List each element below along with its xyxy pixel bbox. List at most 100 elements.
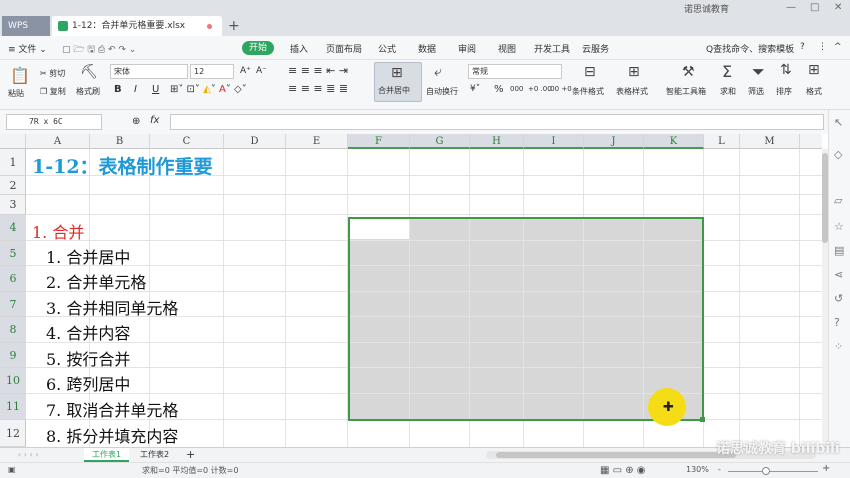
name-box[interactable]: 7R x 6C [6,114,102,130]
smart-toolbox-button[interactable]: 智能工具箱 [666,86,706,97]
conditional-format-button[interactable]: 条件格式 [572,86,604,97]
select-all-corner[interactable] [0,134,26,149]
tab-formulas[interactable]: 公式 [378,42,396,55]
format-icon[interactable]: ⊞ [808,62,820,78]
row-header[interactable]: 11 [0,394,26,420]
tab-view[interactable]: 视图 [498,42,516,55]
column-header[interactable]: A [26,134,90,149]
row-header[interactable]: 6 [0,266,26,292]
currency-icon[interactable]: ¥˅ [470,84,480,94]
sort-icon[interactable]: ⇅ [780,62,792,78]
zoom-level[interactable]: 130% [686,465,709,474]
new-tab-button[interactable]: + [228,16,240,36]
column-header[interactable]: M [740,134,800,149]
column-header[interactable]: J [584,134,644,149]
align-top-icons[interactable]: ≡ ≡ ≡ ⇤ ⇥ [288,64,348,77]
list-item[interactable]: 1. 合并居中 [46,244,130,268]
zoom-icon[interactable]: ⊕ [132,116,140,127]
format-button[interactable]: 格式 [806,86,822,97]
row-header[interactable]: 10 [0,368,26,394]
column-header[interactable]: E [286,134,348,149]
wps-app-tab[interactable]: WPS [2,16,50,36]
tab-home[interactable]: 开始 [242,41,274,55]
user-name[interactable]: 诺思诚教育 [684,2,729,15]
quick-access-icons[interactable]: ▢ 🗁 🖫 ⎙ ↶ ↷ ⌄ [62,42,136,58]
shape-icon[interactable]: ▱ [834,194,842,207]
row-header[interactable]: 9 [0,343,26,368]
list-item[interactable]: 6. 跨列居中 [46,371,130,395]
history-icon[interactable]: ↺ [834,292,843,305]
collapse-ribbon-icon[interactable]: ^ [834,42,842,52]
table-style-icon[interactable]: ⊞ [628,64,640,80]
backup-icon[interactable]: ▤ [834,244,844,257]
tab-data[interactable]: 数据 [418,42,436,55]
tab-insert[interactable]: 插入 [290,42,308,55]
column-header[interactable]: H [470,134,524,149]
list-item[interactable]: 3. 合并相同单元格 [46,295,178,319]
maximize-button[interactable]: □ [810,2,819,13]
close-button[interactable]: ✕ [834,2,842,13]
format-painter-label[interactable]: 格式刷 [76,86,100,97]
help-circle-icon[interactable]: ? [834,316,840,329]
zoom-slider[interactable] [728,471,818,472]
tab-review[interactable]: 审阅 [458,42,476,55]
filter-button[interactable]: 筛选 [748,86,764,97]
font-shrink-button[interactable]: A⁻ [256,66,267,76]
column-header[interactable]: I [524,134,584,149]
fill-handle[interactable] [700,417,705,422]
row-header[interactable]: 8 [0,317,26,343]
star-icon[interactable]: ☆ [834,220,844,233]
filter-icon[interactable]: ⏷ [752,62,765,82]
wrap-text-button[interactable]: 自动换行 [426,86,458,97]
cut-button[interactable]: ✂ 剪切 [40,68,65,79]
tab-developer[interactable]: 开发工具 [534,42,570,55]
formula-input[interactable] [170,114,824,130]
sum-icon[interactable]: Σ [722,62,732,81]
row-header[interactable]: 2 [0,176,26,195]
cursor-icon[interactable]: ↖ [834,116,843,129]
list-item[interactable]: 4. 合并内容 [46,320,130,344]
horizontal-scrollbar-thumb[interactable] [496,452,736,458]
file-tab[interactable]: 1-12：合并单元格重要.xlsx [52,16,222,36]
list-item[interactable]: 7. 取消合并单元格 [46,397,178,421]
cell-grid[interactable]: 1-12：表格制作重要 1. 合并 1. 合并居中 2. 合并单元格 3. 合并… [26,149,822,447]
row-header[interactable]: 7 [0,292,26,317]
row-header[interactable]: 5 [0,241,26,266]
toolbox-icon[interactable]: ⚒ [682,64,695,80]
apps-icon[interactable]: ⁘ [834,340,843,353]
font-size-select[interactable]: 12 [190,64,234,79]
minimize-button[interactable]: — [786,2,796,13]
align-left-icons[interactable]: ≡ ≡ ≡ ≣ ≣ [288,82,348,95]
conditional-format-icon[interactable]: ⊟ [584,64,596,80]
decrease-decimal-button[interactable]: .00 +0 [548,85,572,93]
tab-cloud[interactable]: 云服务 [582,42,609,55]
format-painter-icon[interactable]: ⛏ [80,64,98,80]
view-mode-icons[interactable]: ▦ ▭ ⊕ ◉ [600,465,646,476]
help-icon[interactable]: ? [800,42,805,52]
sum-button[interactable]: 求和 [720,86,736,97]
thousands-button[interactable]: 000 [510,85,523,93]
underline-button[interactable]: U [152,84,159,95]
sheet-nav-arrows[interactable]: ‹ › ‹ › [10,448,46,462]
column-header[interactable]: G [410,134,470,149]
cell-a1-title[interactable]: 1-12：表格制作重要 [32,152,213,179]
column-header[interactable]: L [704,134,740,149]
sheet-tab-1[interactable]: 工作表1 [84,448,130,462]
cell-a4-section[interactable]: 1. 合并 [32,219,84,243]
border-icon[interactable]: ⊞˅ ⊡˅ ◭˅ A˅ ◇˅ [170,84,247,95]
column-header[interactable]: K [644,134,704,149]
row-header[interactable]: 4 [0,215,26,241]
command-search[interactable]: Q查找命令、搜索模板 [706,42,794,55]
tab-page-layout[interactable]: 页面布局 [326,42,362,55]
style-icon[interactable]: ◇ [834,148,842,161]
row-header[interactable]: 1 [0,149,26,176]
list-item[interactable]: 2. 合并单元格 [46,269,146,293]
file-menu[interactable]: ≡ 文件 ⌄ [8,42,47,55]
percent-button[interactable]: % [494,84,504,95]
font-grow-button[interactable]: A⁺ [240,66,251,76]
share-icon[interactable]: ⋖ [834,268,843,281]
copy-button[interactable]: ❐ 复制 [40,86,66,97]
font-name-select[interactable]: 宋体 [110,64,188,79]
number-format-select[interactable]: 常规 [468,64,562,79]
row-header[interactable]: 12 [0,420,26,447]
